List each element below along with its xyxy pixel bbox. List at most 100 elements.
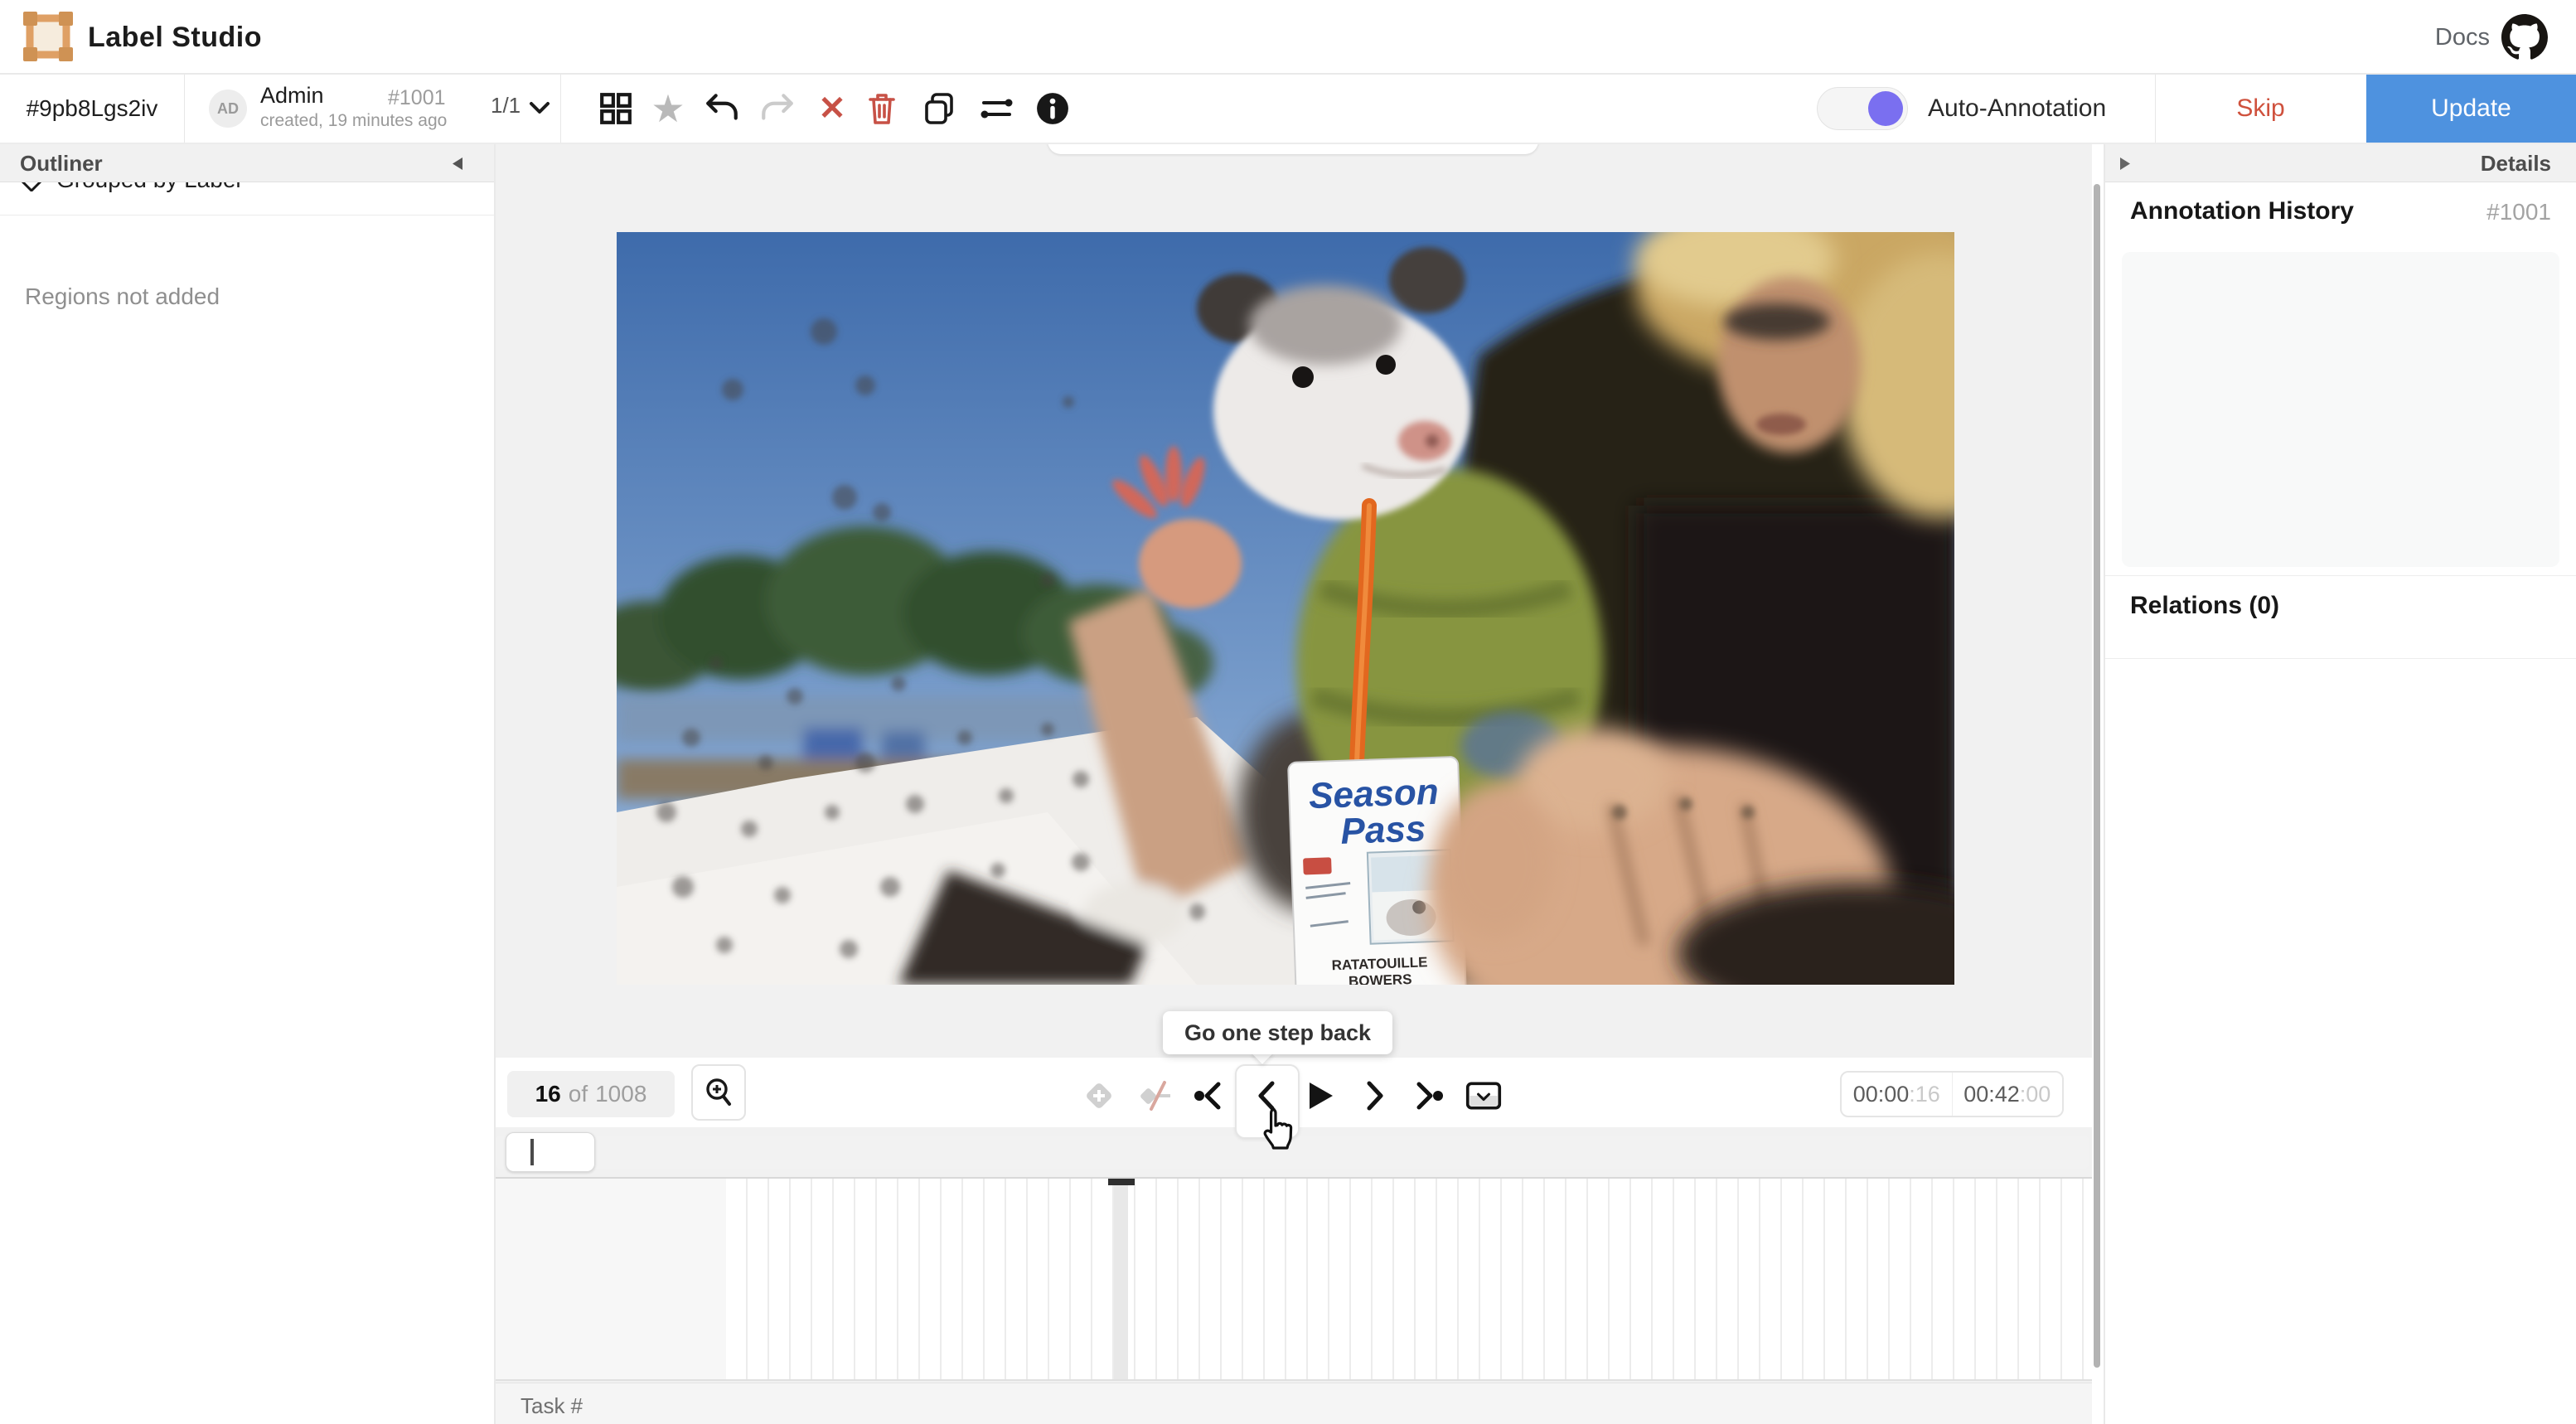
divider [2105, 575, 2576, 576]
vertical-scrollbar[interactable] [2094, 184, 2100, 1368]
outliner-title: Outliner [20, 144, 103, 182]
time-display: 00:00:16 00:42:00 [1840, 1071, 2064, 1117]
skip-button[interactable]: Skip [2157, 75, 2365, 143]
redo-button[interactable] [754, 75, 801, 143]
grid-view-button[interactable] [593, 75, 639, 143]
annotation-pager[interactable]: 1/1 [491, 93, 521, 119]
next-keyframe-button[interactable] [1409, 1078, 1445, 1114]
badge-name-line2: BOWERS [1349, 971, 1412, 985]
auto-annotation-label: Auto-Annotation [1928, 75, 2106, 143]
zoom-button[interactable] [691, 1064, 746, 1121]
grid-icon [598, 91, 633, 126]
sliders-icon [977, 90, 1015, 127]
label-studio-app: Label Studio Docs #9pb8Lgs2iv AD Admin c… [0, 0, 2576, 1424]
keyframe-interpolation-icon [1137, 1078, 1174, 1114]
trash-icon [864, 90, 900, 128]
step-forward-button[interactable] [1356, 1078, 1392, 1114]
play-button[interactable] [1301, 1078, 1338, 1114]
auto-annotation-toggle[interactable] [1817, 87, 1908, 130]
chevron-right-icon [1356, 1078, 1392, 1114]
outliner-panel: Outliner Grouped by Label Regions not ad… [0, 144, 496, 1424]
details-title: Details [2481, 144, 2551, 182]
task-number-label: Task # [521, 1393, 583, 1419]
frame-separator: of [569, 1081, 588, 1107]
total-time-frames: :00 [2020, 1082, 2051, 1107]
duplicate-annotation-button[interactable] [916, 75, 962, 143]
app-title: Label Studio [88, 0, 262, 75]
undo-button[interactable] [699, 75, 745, 143]
ground-truth-button[interactable]: ★ [645, 75, 691, 143]
keyframe-add-icon [1081, 1078, 1117, 1114]
video-canvas[interactable]: Season Pass RATATOUILLE BOWERS [617, 232, 1954, 985]
main-content: Season Pass RATATOUILLE BOWERS [496, 144, 2092, 1424]
details-header: Details [2105, 144, 2576, 182]
duplicate-icon [921, 90, 957, 128]
timeline-frame-grid[interactable] [726, 1179, 2090, 1379]
divider [560, 75, 561, 143]
annotation-history-title: Annotation History [2130, 197, 2354, 225]
chevron-down-icon[interactable] [529, 101, 550, 116]
frames-timeline[interactable] [496, 1177, 2092, 1381]
close-icon: ✕ [818, 92, 846, 125]
minimap-position-line [530, 1139, 534, 1165]
annotation-toolbar: #9pb8Lgs2iv AD Admin created, 19 minutes… [0, 75, 2576, 144]
prev-keyframe-button[interactable] [1192, 1078, 1228, 1114]
star-icon: ★ [651, 90, 685, 128]
current-time-frames: :16 [1909, 1082, 1940, 1107]
current-time: 00:00:16 [1842, 1073, 1953, 1116]
playhead-column [1114, 1179, 1128, 1379]
info-icon [1035, 91, 1070, 126]
relations-title: Relations (0) [2130, 592, 2279, 620]
delete-annotation-button[interactable] [859, 75, 905, 143]
keyframe-interpolation-button[interactable] [1137, 1078, 1174, 1114]
badge-title-line2: Pass [1340, 808, 1426, 852]
undo-icon [703, 91, 741, 126]
keyframe-add-button[interactable] [1081, 1078, 1117, 1114]
divider [2155, 75, 2156, 143]
toggle-knob [1868, 91, 1903, 126]
frame-total: 1008 [595, 1081, 646, 1107]
regions-empty-text: Regions not added [25, 283, 220, 310]
mouse-cursor [1258, 1106, 1296, 1150]
settings-button[interactable] [973, 75, 1019, 143]
collapse-left-icon[interactable] [453, 157, 462, 170]
video-frame-image: Season Pass RATATOUILLE BOWERS [617, 232, 1954, 985]
current-time-main: 00:00 [1853, 1082, 1910, 1107]
annotator-name: Admin [260, 83, 324, 109]
github-icon[interactable] [2501, 14, 2548, 61]
task-footer: Task # [496, 1383, 2092, 1424]
timeline-minimap-thumb[interactable] [506, 1132, 595, 1172]
divider [184, 75, 185, 143]
floating-panel-edge [1048, 144, 1538, 154]
label-studio-logo-icon [23, 12, 73, 61]
collapse-right-icon[interactable] [2120, 157, 2130, 170]
divider [2105, 658, 2576, 659]
play-icon [1301, 1078, 1338, 1114]
reset-button[interactable]: ✕ [809, 75, 855, 143]
details-panel: Details Annotation History #1001 Relatio… [2104, 144, 2576, 1424]
frame-current: 16 [535, 1081, 561, 1107]
docs-link[interactable]: Docs [2435, 0, 2490, 75]
redo-icon [758, 91, 797, 126]
task-id: #9pb8Lgs2iv [0, 75, 184, 143]
info-button[interactable] [1029, 75, 1076, 143]
frame-counter[interactable]: 16 of 1008 [507, 1071, 675, 1117]
outliner-header: Outliner [0, 144, 494, 182]
annotation-history-list [2122, 252, 2559, 567]
annotation-created-text: created, 19 minutes ago [260, 111, 447, 131]
top-header-bar: Label Studio Docs [0, 0, 2576, 75]
timeline-collapse-button[interactable] [1465, 1078, 1502, 1114]
timeline-collapse-icon [1465, 1078, 1502, 1114]
annotation-id: #1001 [388, 86, 446, 110]
prev-keyframe-icon [1192, 1078, 1228, 1114]
total-time-main: 00:42 [1963, 1082, 2020, 1107]
next-keyframe-icon [1409, 1078, 1445, 1114]
update-button[interactable]: Update [2366, 75, 2576, 143]
playhead-marker[interactable] [1108, 1179, 1135, 1185]
avatar[interactable]: AD [209, 90, 247, 128]
zoom-in-icon [704, 1077, 734, 1108]
badge-name-line1: RATATOUILLE [1331, 954, 1427, 973]
annotation-history-id: #1001 [2486, 199, 2551, 225]
total-time: 00:42:00 [1953, 1073, 2063, 1116]
tooltip: Go one step back [1163, 1011, 1392, 1054]
